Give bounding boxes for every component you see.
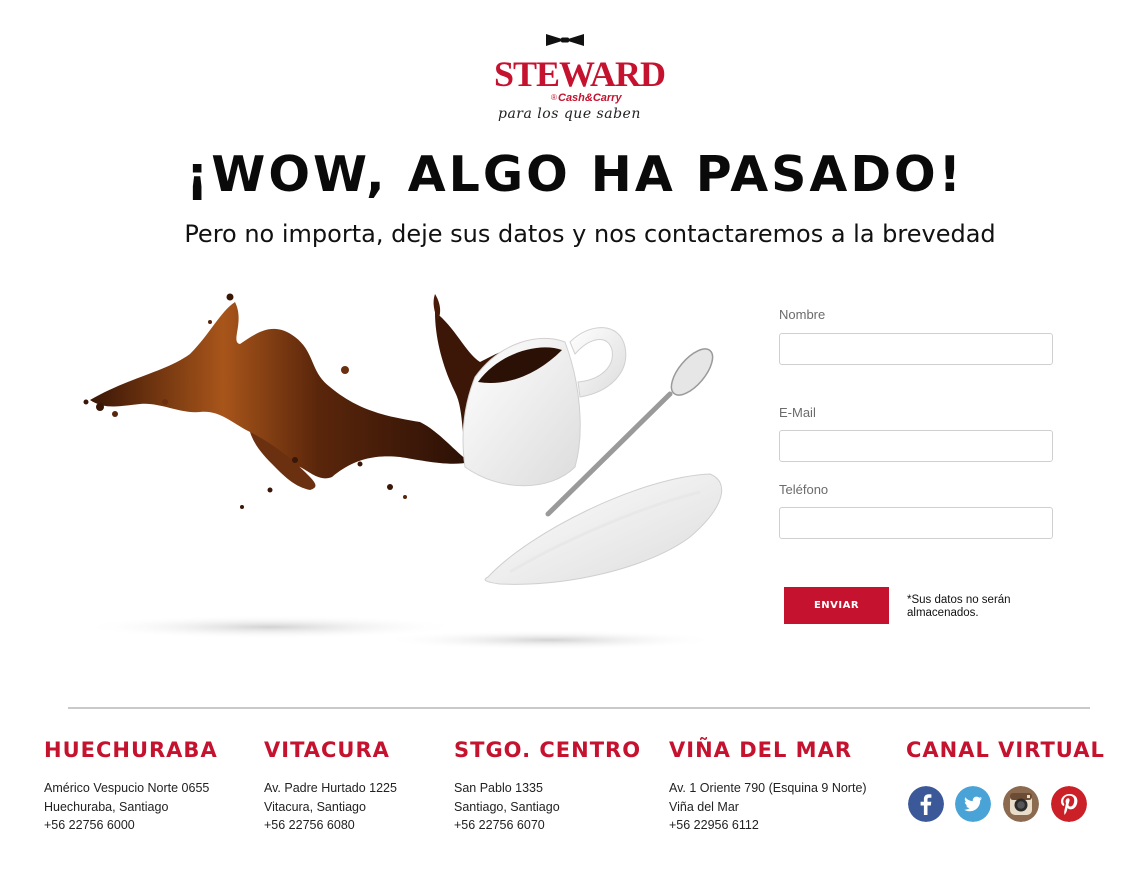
name-input[interactable] [779,333,1053,365]
submit-button[interactable]: ENVIAR [784,587,889,624]
location-name: VIÑA DEL MAR [669,738,852,762]
phone-input[interactable] [779,507,1053,539]
facebook-icon[interactable] [908,786,944,822]
location-stgo-centro: STGO. CENTRO San Pablo 1335 Santiago, Sa… [454,738,641,835]
registered-mark: ® [551,93,557,102]
location-address: Av. 1 Oriente 790 (Esquina 9 Norte) [669,781,867,795]
location-phone: +56 22756 6080 [264,818,355,832]
page-subtitle: Pero no importa, deje sus datos y nos co… [184,220,996,248]
virtual-channel-title: CANAL VIRTUAL [906,738,1105,762]
instagram-icon[interactable] [1003,786,1039,822]
brand-subname: Cash&Carry [558,92,622,104]
page-title: ¡WOW, ALGO HA PASADO! [185,146,965,203]
location-address: San Pablo 1335 [454,781,543,795]
location-address: Américo Vespucio Norte 0655 [44,781,210,795]
steward-logo[interactable]: STEWARD ® Cash&Carry para los que saben [494,34,666,126]
location-vina-del-mar: VIÑA DEL MAR Av. 1 Oriente 790 (Esquina … [669,738,867,835]
pinterest-icon[interactable] [1051,786,1087,822]
brand-tagline: para los que saben [498,106,641,122]
spilled-coffee-illustration [80,293,723,650]
location-address: Av. Padre Hurtado 1225 [264,781,397,795]
location-phone: +56 22756 6000 [44,818,135,832]
location-city: Huechuraba, Santiago [44,799,169,814]
location-city: Santiago, Santiago [454,799,560,814]
location-city: Viña del Mar [669,799,739,814]
location-name: STGO. CENTRO [454,738,642,762]
location-name: VITACURA [264,738,390,762]
twitter-icon[interactable] [955,786,991,822]
location-name: HUECHURABA [44,738,218,762]
location-phone: +56 22956 6112 [669,818,759,832]
brand-name: STEWARD [494,54,666,94]
email-input[interactable] [779,430,1053,462]
location-huechuraba: HUECHURABA Américo Vespucio Norte 0655 H… [44,738,218,835]
phone-label: Teléfono [779,482,829,497]
name-label: Nombre [779,307,826,322]
bowtie-icon [546,34,584,46]
location-phone: +56 22756 6070 [454,818,545,832]
location-vitacura: VITACURA Av. Padre Hurtado 1225 Vitacura… [264,738,397,835]
virtual-channel: CANAL VIRTUAL [906,738,1105,762]
footer-divider [68,707,1090,709]
privacy-note: *Sus datos no serán almacenados. [907,594,1011,619]
email-label: E-Mail [779,405,816,420]
location-city: Vitacura, Santiago [264,799,366,814]
